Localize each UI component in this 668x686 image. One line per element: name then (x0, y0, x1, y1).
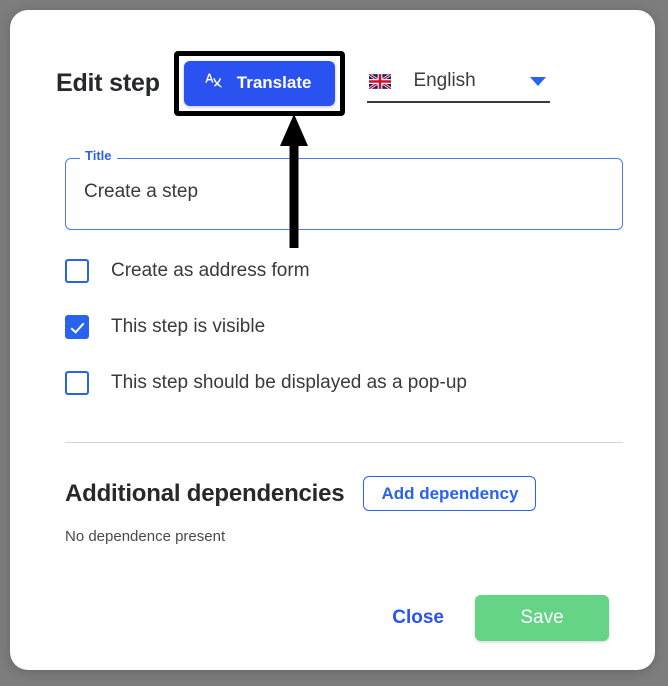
uk-flag-icon (368, 72, 393, 90)
translate-button[interactable]: Translate (183, 60, 336, 106)
checkbox-row-popup[interactable]: This step should be displayed as a pop-u… (65, 367, 625, 399)
checkbox-row-address-form[interactable]: Create as address form (65, 255, 625, 287)
edit-step-dialog: Edit step Translate English Title Create… (10, 10, 655, 670)
dependencies-title: Additional dependencies (65, 479, 345, 507)
page-title: Edit step (56, 68, 160, 97)
title-field[interactable]: Title (65, 149, 623, 230)
checkbox-step-visible[interactable] (65, 315, 89, 339)
translate-button-label: Translate (236, 73, 312, 92)
checkbox-popup[interactable] (65, 371, 89, 395)
language-value: English (413, 70, 476, 91)
title-input[interactable] (84, 181, 596, 203)
title-field-label: Title (80, 149, 117, 162)
chevron-down-icon[interactable] (530, 76, 547, 86)
options-list: Create as address form This step is visi… (65, 255, 625, 423)
checkbox-label-address-form: Create as address form (111, 260, 310, 281)
section-divider (65, 442, 623, 443)
dependencies-header: Additional dependencies Add dependency (65, 476, 537, 511)
checkbox-label-step-visible: This step is visible (111, 316, 266, 337)
translate-icon (204, 71, 224, 96)
translate-button-highlight: Translate (173, 50, 346, 116)
close-button[interactable]: Close (386, 599, 450, 637)
add-dependency-button[interactable]: Add dependency (363, 476, 537, 511)
dialog-header: Edit step Translate English (56, 50, 623, 116)
checkbox-row-step-visible[interactable]: This step is visible (65, 311, 625, 343)
dependencies-empty-text: No dependence present (65, 528, 226, 545)
checkbox-label-popup: This step should be displayed as a pop-u… (111, 372, 467, 393)
dialog-footer: Close Save (386, 595, 609, 641)
language-selector[interactable]: English (367, 63, 551, 103)
screen: Edit step Translate English Title Create… (0, 0, 668, 686)
save-button[interactable]: Save (475, 595, 609, 641)
checkbox-address-form[interactable] (65, 259, 89, 283)
